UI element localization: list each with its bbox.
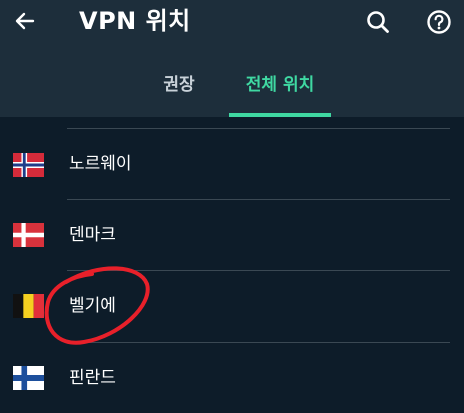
tab-all-locations[interactable]: 전체 위치 (229, 70, 331, 110)
back-button[interactable] (10, 6, 40, 36)
question-circle-icon (427, 10, 451, 34)
list-item-label: 덴마크 (69, 225, 116, 245)
list-item-denmark[interactable]: 덴마크 (0, 200, 464, 270)
search-icon (367, 11, 389, 33)
list-item-label: 벨기에 (69, 296, 116, 316)
denmark-flag-icon (13, 223, 44, 247)
tab-recommended[interactable]: 권장 (140, 70, 218, 110)
help-button[interactable] (424, 7, 454, 37)
active-tab-indicator (229, 113, 331, 117)
list-item-label: 노르웨이 (69, 154, 132, 174)
finland-flag-icon (13, 366, 44, 390)
list-item-finland[interactable]: 핀란드 (0, 343, 464, 413)
list-item-norway[interactable]: 노르웨이 (0, 129, 464, 199)
list-item-label: 핀란드 (69, 368, 116, 388)
belgium-flag-icon (13, 294, 44, 318)
app-header: VPN 위치 권장 전체 위치 (0, 0, 464, 117)
page-title: VPN 위치 (79, 7, 191, 35)
norway-flag-icon (13, 153, 44, 177)
arrow-left-icon (15, 12, 35, 30)
search-button[interactable] (363, 7, 393, 37)
list-item-belgium[interactable]: 벨기에 (0, 271, 464, 341)
